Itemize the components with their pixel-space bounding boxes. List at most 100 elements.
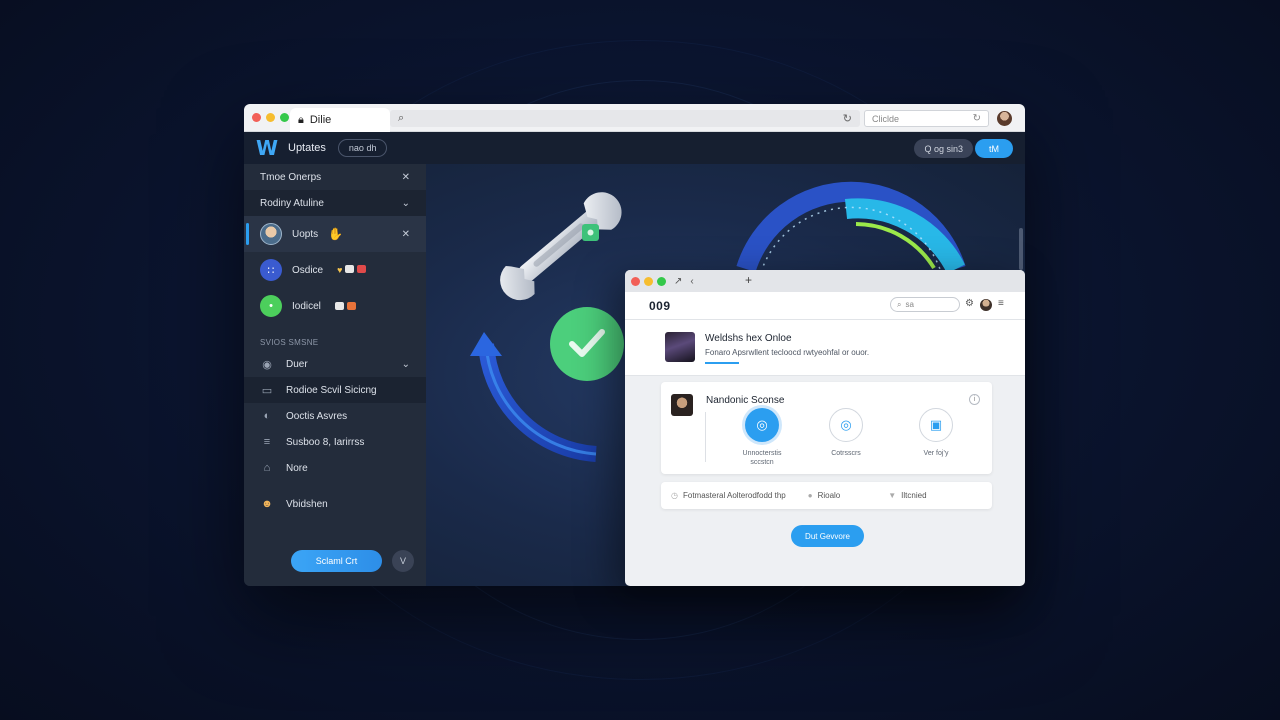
sidebar-row-label: Tmoe Onerps [260,171,322,183]
card-title: Nandonic Sconse [706,395,785,406]
info-icon[interactable]: i [969,394,980,405]
header-search-button[interactable]: Q og sin3 [914,139,973,158]
eye-icon: ◉ [262,358,272,371]
status-badges: ♥ [337,265,367,275]
option-label: Ver foj’y [923,450,949,457]
heart-icon: ♥ [337,265,343,275]
home-icon: ⌂ [263,462,271,474]
popup-window: ↗ ‹ + 009 ⌕ sa ⚙ ≡ Weldshs hex Onloe Fon… [625,270,1025,586]
browser-search-input[interactable]: Cliclde ↻ [864,110,989,127]
action-item[interactable]: ● Rioalo [808,491,841,500]
reload-icon[interactable]: ↻ [843,112,852,125]
minimize-window-button[interactable] [644,276,653,286]
option-item[interactable]: ◎ Cotrsscrs [811,408,881,458]
new-tab-icon[interactable]: + [745,273,752,287]
sidebar-round-button[interactable]: V [392,550,414,572]
mail-icon [334,302,344,310]
alert-icon [346,302,356,310]
sidebar-nav-label: Nore [286,462,308,474]
sidebar-nav-label: Vbidshen [286,498,328,510]
chat-icon: ● [807,491,813,500]
hero-thumbnail [665,332,695,362]
chevron-down-icon: ⌄ [401,358,410,370]
action-label: Rioalo [817,491,841,500]
browser-toolbar: 🔒︎ Dilie ⌕ ↻ Cliclde ↻ [244,104,1025,132]
action-label: Iltcnied [901,491,927,500]
search-icon: ⌕ [398,112,405,124]
app-header: W Uptates nao dh Q og sin3 tM [244,132,1025,164]
sidebar-nav-scvil[interactable]: ▭ Rodioe Scvil Sicicng [244,377,426,403]
close-icon[interactable]: ✕ [402,172,410,183]
maximize-window-button[interactable] [280,113,289,122]
refresh-icon: ↻ [972,113,981,124]
maximize-window-button[interactable] [657,276,666,286]
option-label: Unnocterstis sccstcn [742,450,782,466]
action-label: Fotmasteral Aolterodfodd thp [682,491,786,500]
sidebar-item-label: Osdice [292,264,324,276]
popup-title: 009 [649,298,671,313]
option-item[interactable]: ◎ Unnocterstis sccstcn [727,408,797,467]
browser-tab[interactable]: 🔒︎ Dilie [290,108,390,132]
browser-search-placeholder: Cliclde [872,113,900,124]
app-title: Uptates [288,142,326,154]
sidebar-nav-vbidshen[interactable]: ☻ Vbidshen [244,491,426,517]
actions-row: ◷ Fotmasteral Aolterodfodd thp ● Rioalo … [661,482,992,509]
popup-toolbar: ↗ ‹ + [625,270,1025,292]
gear-icon[interactable]: ⚙ [965,298,974,309]
profile-avatar[interactable] [997,111,1012,126]
check-circle-icon [550,307,624,381]
avatar [671,394,693,416]
clock-icon: ◷ [671,491,678,500]
close-window-button[interactable] [631,276,640,286]
close-window-button[interactable] [252,113,261,122]
popup-cta-button[interactable]: Dut Gevvore [791,525,864,547]
sidebar-nav-label: Rodioe Scvil Sicicng [286,384,377,396]
status-online-icon: • [260,295,282,317]
action-item[interactable]: ◷ Fotmasteral Aolterodfodd thp [671,491,786,500]
popup-hero: Weldshs hex Onloe Fonaro Apsrwllent tecl… [625,320,1025,376]
minimize-window-button[interactable] [266,113,275,122]
monitor-icon: ▭ [261,384,273,397]
sidebar-row-top[interactable]: Tmoe Onerps ✕ [244,164,426,190]
sidebar-section-title: SVIOS SMSNE [260,338,319,347]
flag-icon: ▼ [888,491,897,500]
popup-search-input[interactable]: ⌕ sa [890,297,960,312]
menu-icon[interactable]: ≡ [998,298,1004,309]
sidebar-item-iodicel[interactable]: • Iodicel [244,288,426,324]
hero-title: Weldshs hex Onloe [705,333,792,344]
sidebar-item-uopts[interactable]: Uopts ✋ ✕ [244,216,426,252]
sidebar: Tmoe Onerps ✕ Rodiny Atuline ⌄ Uopts ✋ ✕… [244,164,426,586]
sidebar-nav-label: Duer [286,358,308,370]
close-icon[interactable]: ✕ [402,229,410,240]
option-item[interactable]: ▣ Ver foj’y [901,408,971,458]
sidebar-cta-button[interactable]: Sclaml Crt [291,550,382,572]
action-item[interactable]: ▼ Iltcnied [888,491,926,500]
sidebar-item-label: Uopts [292,228,319,240]
sidebar-dropdown[interactable]: Rodiny Atuline ⌄ [244,190,426,216]
hero-underline [705,362,739,364]
user-icon: ◎ [745,408,779,442]
sidebar-item-osdice[interactable]: ∷ Osdice ♥ [244,252,426,288]
app-logo-icon[interactable]: W [256,138,278,158]
sidebar-nav-duer[interactable]: ◉ Duer ⌄ [244,351,426,377]
sidebar-item-label: Iodicel [292,300,321,312]
back-icon[interactable]: ‹ [690,276,693,287]
avatar[interactable] [980,299,992,311]
gauge-icon [736,181,966,274]
alert-icon [357,265,367,273]
sidebar-nav-nore[interactable]: ⌂ Nore [244,455,426,481]
avatar [260,223,282,245]
scrollbar[interactable] [1019,228,1023,270]
chevron-down-icon: ⌄ [401,197,410,209]
header-primary-button[interactable]: tM [975,139,1013,158]
sidebar-nav-label: Ooctis Asvres [286,410,348,422]
status-badges [334,302,356,310]
globe-icon: ◐ [263,410,271,422]
address-bar[interactable]: ⌕ ↻ [390,110,860,127]
pin-icon[interactable]: ↗ [674,276,682,287]
options-card: Nandonic Sconse i ◎ Unnocterstis sccstcn… [661,382,992,474]
sidebar-nav-asvres[interactable]: ◐ Ooctis Asvres [244,403,426,429]
sidebar-nav-susboo[interactable]: ≡ Susboo 8, Iarirrss [244,429,426,455]
popup-search-placeholder: sa [905,300,914,309]
header-pill[interactable]: nao dh [337,139,388,157]
